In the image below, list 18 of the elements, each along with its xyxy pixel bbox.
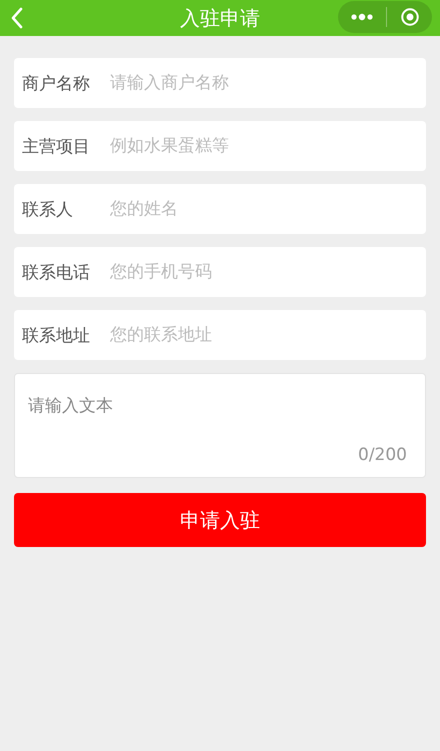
char-counter: 0/200 (358, 445, 407, 465)
more-icon[interactable] (350, 13, 374, 21)
input-field[interactable]: 您的姓名 (110, 184, 426, 234)
field-label: 商户名称 (14, 58, 110, 108)
text-area[interactable]: 请输入文本 (26, 392, 410, 446)
submit-button[interactable]: 申请入驻 (14, 493, 426, 547)
field-label: 联系人 (14, 184, 110, 234)
close-icon[interactable] (400, 7, 420, 27)
input-field[interactable]: 例如水果蛋糕等 (110, 121, 426, 171)
input-field[interactable]: 请输入商户名称 (110, 58, 426, 108)
page-title: 入驻申请 (179, 5, 261, 32)
text-area-field[interactable]: 请输入文本 0/200 (14, 373, 426, 478)
input-field[interactable]: 您的手机号码 (110, 247, 426, 297)
field-label: 联系地址 (14, 310, 110, 360)
field-label: 联系电话 (14, 247, 110, 297)
field-label: 主营项目 (14, 121, 110, 171)
input-field[interactable]: 您的联系地址 (110, 310, 426, 360)
back-icon[interactable] (10, 7, 24, 29)
